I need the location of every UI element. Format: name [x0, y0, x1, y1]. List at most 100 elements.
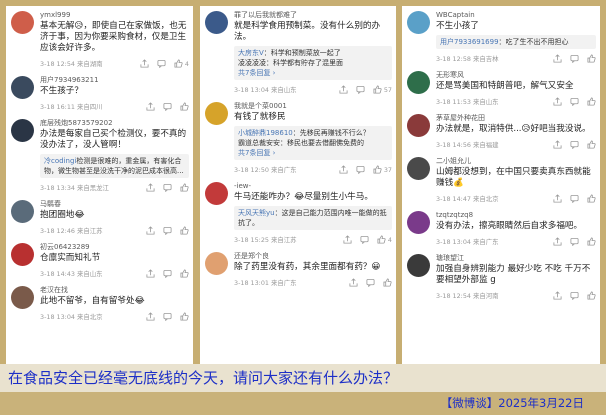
avatar[interactable] — [11, 200, 34, 223]
share-icon[interactable] — [140, 59, 150, 68]
comment-icon[interactable] — [356, 85, 366, 94]
share-icon[interactable] — [552, 237, 562, 246]
comment-icon[interactable] — [162, 269, 172, 278]
share-icon[interactable] — [145, 183, 155, 192]
share-icon[interactable] — [552, 97, 562, 106]
comment-text: 仓廪实而知礼节 — [40, 253, 101, 263]
comment-item: tzqtzqtzq8 没有办法，擦亮眼睛然后自求多福吧。 3-18 13:04 来自… — [402, 206, 600, 249]
username-link[interactable]: 我就是个菜0001 — [234, 101, 392, 111]
share-icon[interactable] — [552, 194, 562, 203]
reply-author[interactable]: 冷codingi — [44, 157, 76, 165]
reply-preview[interactable]: 冷codingi检测是很难的，重金属，有害化合物，微生物甚至是没洗干净的泥巴成本… — [40, 154, 189, 178]
comment-icon[interactable] — [569, 97, 579, 106]
avatar[interactable] — [11, 76, 34, 99]
like-button[interactable]: 57 — [373, 85, 392, 94]
avatar[interactable] — [407, 254, 430, 277]
avatar[interactable] — [205, 252, 228, 275]
timestamp: 3-18 13:04 来自北京 — [40, 313, 103, 321]
avatar[interactable] — [205, 182, 228, 205]
like-button[interactable] — [586, 291, 596, 300]
comment-icon[interactable] — [157, 59, 167, 68]
share-icon[interactable] — [552, 291, 562, 300]
share-icon[interactable] — [343, 235, 353, 244]
comment-icon[interactable] — [162, 183, 172, 192]
reply-preview[interactable]: 大房东V：科学和预制菜放一起了 凌凌凌凌：科学都有貯存了混里面 共7条回复 › — [234, 46, 392, 80]
username-link[interactable]: 马騳春 — [40, 199, 189, 209]
comment-icon[interactable] — [569, 237, 579, 246]
reply-preview[interactable]: 用户7933691699：吃了生不出不用担心 — [436, 35, 596, 49]
reply-preview[interactable]: 小城醉鼎198610：先移民再赚钱不行么？ 霸道总裁安安：移民也要去借翻佛免费的… — [234, 126, 392, 160]
comment-icon[interactable] — [569, 194, 579, 203]
avatar[interactable] — [11, 119, 34, 142]
like-button[interactable]: 37 — [373, 165, 392, 174]
share-icon[interactable] — [552, 54, 562, 63]
reply-author[interactable]: 用户7933691699 — [440, 38, 499, 46]
like-button[interactable] — [586, 194, 596, 203]
reply-author[interactable]: 天风天熊yu — [238, 209, 275, 217]
comment-icon[interactable] — [162, 102, 172, 111]
share-icon[interactable] — [145, 102, 155, 111]
reply-preview[interactable]: 天风天熊yu：这是自己能力范围内唯一能做的抵抗了。 — [234, 206, 392, 230]
username-link[interactable]: 老汉在找 — [40, 285, 189, 295]
username-link[interactable]: 用户7934963211 — [40, 75, 189, 85]
username-link[interactable]: 茅草屋外种花田 — [436, 113, 596, 123]
share-icon[interactable] — [339, 165, 349, 174]
like-button[interactable] — [179, 102, 189, 111]
share-icon[interactable] — [145, 312, 155, 321]
avatar[interactable] — [11, 286, 34, 309]
comment-icon[interactable] — [365, 278, 375, 287]
username-link[interactable]: 无形寒风 — [436, 70, 596, 80]
comment-column-3: WBCaptain 不生小孩了 用户7933691699：吃了生不出不用担心 3-18… — [402, 6, 600, 364]
avatar[interactable] — [407, 71, 430, 94]
comment-icon[interactable] — [569, 140, 579, 149]
like-button[interactable] — [586, 140, 596, 149]
comment-text: 不生孩子？ — [40, 86, 83, 96]
avatar[interactable] — [205, 102, 228, 125]
comment-meta: 3-18 14:56 来自福建 — [436, 137, 596, 152]
reply-author[interactable]: 大房东V — [238, 49, 264, 57]
reply-author[interactable]: 小城醉鼎198610 — [238, 129, 293, 137]
like-button[interactable] — [586, 237, 596, 246]
username-link[interactable]: 还是郑个良 — [234, 251, 392, 261]
more-replies-link[interactable]: 共7条回复 › — [238, 148, 388, 158]
comment-item: ymxl999 基本无解😥，即使自己在家做饭，也无济于事，因为你要采购食材，仅是卫… — [6, 6, 193, 71]
username-link[interactable]: 初云06423289 — [40, 242, 189, 252]
share-icon[interactable] — [552, 140, 562, 149]
comment-icon[interactable] — [360, 235, 370, 244]
username-link[interactable]: -iew- — [234, 181, 392, 191]
share-icon[interactable] — [145, 269, 155, 278]
like-button[interactable] — [179, 312, 189, 321]
comment-icon[interactable] — [356, 165, 366, 174]
thumbs-up-icon — [586, 194, 596, 203]
username-link[interactable]: tzqtzqtzq8 — [436, 210, 596, 220]
share-icon[interactable] — [339, 85, 349, 94]
share-icon[interactable] — [145, 226, 155, 235]
username-link[interactable]: WBCaptain — [436, 10, 596, 20]
more-replies-link[interactable]: 共7条回复 › — [238, 68, 388, 78]
avatar[interactable] — [407, 211, 430, 234]
avatar[interactable] — [11, 243, 34, 266]
like-button[interactable]: 4 — [174, 59, 189, 68]
like-button[interactable] — [179, 269, 189, 278]
comment-icon[interactable] — [569, 291, 579, 300]
comment-icon[interactable] — [162, 226, 172, 235]
avatar[interactable] — [407, 114, 430, 137]
like-button[interactable] — [382, 278, 392, 287]
comment-icon[interactable] — [162, 312, 172, 321]
avatar[interactable] — [407, 157, 430, 180]
like-button[interactable] — [179, 226, 189, 235]
avatar[interactable] — [11, 11, 34, 34]
username-link[interactable]: ymxl999 — [40, 10, 189, 20]
avatar[interactable] — [407, 11, 430, 34]
comment-icon[interactable] — [569, 54, 579, 63]
like-button[interactable] — [586, 97, 596, 106]
username-link[interactable]: 瑭琅望江 — [436, 253, 596, 263]
like-button[interactable]: 4 — [377, 235, 392, 244]
username-link[interactable]: 底层残炮5873579202 — [40, 118, 189, 128]
like-button[interactable] — [179, 183, 189, 192]
share-icon[interactable] — [348, 278, 358, 287]
username-link[interactable]: 二小姐允儿 — [436, 156, 596, 166]
username-link[interactable]: 罪了以后我就都难了 — [234, 10, 392, 20]
avatar[interactable] — [205, 11, 228, 34]
like-button[interactable] — [586, 54, 596, 63]
